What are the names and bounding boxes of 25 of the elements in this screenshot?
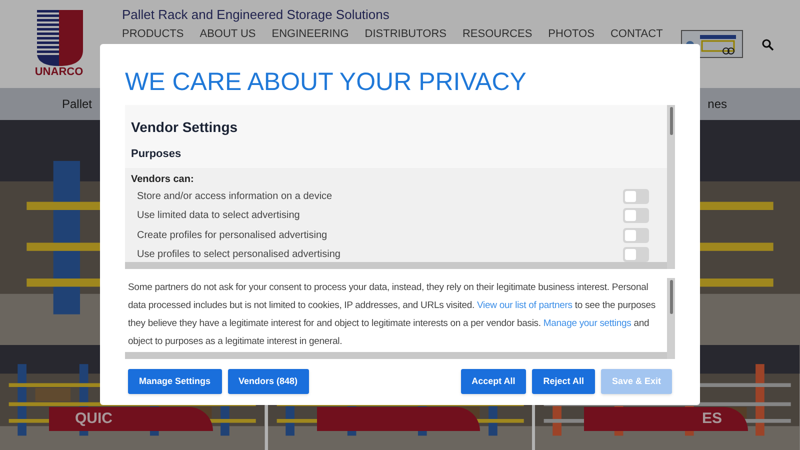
nav-link[interactable]: CONTACT <box>610 28 663 40</box>
nav-link[interactable]: DISTRIBUTORS <box>364 28 446 40</box>
tagline: Pallet Rack and Engineered Storage Solutions <box>122 6 390 24</box>
tile-label: ES <box>702 408 722 429</box>
dialog-button[interactable]: Reject All <box>532 369 595 394</box>
tile-label: QUIC <box>75 408 112 429</box>
nav-link[interactable]: RESOURCES <box>462 28 532 40</box>
logo-icon <box>35 10 83 66</box>
dialog-button[interactable]: Accept All <box>460 369 526 394</box>
subnav-link[interactable]: Pallet <box>62 95 92 113</box>
nav-link[interactable]: PRODUCTS <box>122 28 184 40</box>
tile-banner[interactable] <box>316 407 480 431</box>
horizontal-scrollbar[interactable] <box>125 352 667 359</box>
search-icon[interactable] <box>762 39 774 51</box>
dialog-button[interactable]: Manage Settings <box>128 369 222 394</box>
nav-link[interactable]: ABOUT US <box>200 28 256 40</box>
tile-banner[interactable]: QUIC <box>49 407 213 431</box>
subnav-link[interactable]: nes <box>708 95 727 113</box>
dialog-title: WE CARE ABOUT YOUR PRIVACY <box>125 67 528 98</box>
tile-banner[interactable]: ES <box>584 407 748 431</box>
unarco-logo[interactable]: UNARCO <box>33 10 85 78</box>
nav-link[interactable]: ENGINEERING <box>272 28 349 40</box>
logo-text: UNARCO <box>34 67 84 78</box>
dialog-button[interactable]: Vendors (848) <box>228 369 309 394</box>
nav-link[interactable]: PHOTOS <box>548 28 594 40</box>
